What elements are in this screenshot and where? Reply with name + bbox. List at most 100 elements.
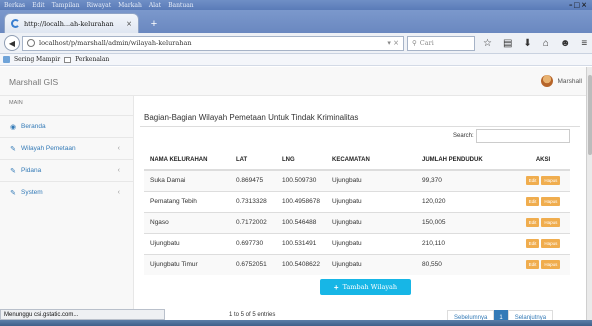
column-header[interactable]: LNG (276, 151, 326, 171)
add-wilayah-button[interactable]: + Tambah Wilayah (320, 279, 411, 295)
chevron-left-icon: ‹ (117, 189, 120, 196)
sidebar-item-label: Pidana (21, 167, 42, 174)
cell-kecamatan: Ujungbatu (326, 169, 416, 191)
address-bar[interactable]: localhost/p/marshall/admin/wilayah-kelur… (22, 35, 404, 51)
cell-nama: Ujungbatu Timur (144, 253, 230, 275)
delete-button[interactable]: Hapus (541, 197, 561, 206)
table-info: 1 to 5 of 5 entries (229, 312, 276, 318)
edit-button[interactable]: Edit (525, 218, 540, 227)
loading-icon (11, 19, 20, 28)
scrollbar-thumb[interactable] (588, 75, 592, 155)
table-search-input[interactable] (476, 129, 570, 143)
star-icon[interactable]: ☆ (483, 38, 492, 49)
tab-strip: http://localh...ah-kelurahan × + (0, 10, 592, 33)
delete-button[interactable]: Hapus (541, 239, 561, 248)
menu-item[interactable]: Berkas (4, 2, 25, 9)
menu-item[interactable]: Alat (149, 2, 161, 9)
cell-lng: 100.531491 (276, 232, 326, 254)
cell-aksi: Edit Hapus (516, 169, 570, 191)
menu-item[interactable]: Tampilan (52, 2, 80, 9)
search-label: Search: (453, 133, 474, 139)
cell-lat: 0.697730 (230, 232, 276, 254)
browser-tab[interactable]: http://localh...ah-kelurahan × (4, 13, 139, 33)
download-icon[interactable]: ⬇ (523, 38, 531, 49)
browser-search-input[interactable]: ⚲ Cari (407, 35, 475, 51)
delete-button[interactable]: Hapus (541, 218, 561, 227)
delete-button[interactable]: Hapus (541, 260, 561, 270)
menu-item[interactable]: Bantuan (168, 2, 194, 9)
smiley-icon[interactable]: ☻ (560, 38, 571, 49)
table-row: Ujungbatu 0.697730 100.531491 Ujungbatu … (144, 232, 570, 254)
kelurahan-table: NAMA KELURAHAN LAT LNG KECAMATAN JUMLAH … (144, 151, 570, 275)
add-button-label: Tambah Wilayah (342, 283, 398, 291)
delete-button[interactable]: Hapus (541, 176, 561, 186)
column-header[interactable]: LAT (230, 151, 276, 171)
menu-item[interactable]: Edit (32, 2, 45, 9)
cell-penduduk: 99,370 (416, 169, 516, 191)
sidebar-item-label: Wilayah Pemetaan (21, 145, 76, 152)
sidebar: MAIN ◉ Beranda ✎ Wilayah Pemetaan ‹ ✎ Pi… (0, 96, 134, 309)
page-title: Bagian-Bagian Wilayah Pemetaan Untuk Tin… (144, 113, 359, 122)
menu-item[interactable]: Riwayat (87, 2, 112, 9)
bookmark-perkenalan[interactable]: Perkenalan (75, 56, 109, 63)
back-button[interactable]: ◀ (4, 35, 20, 51)
user-menu[interactable]: Marshall (541, 75, 582, 87)
bookmark-icon (3, 56, 10, 63)
column-header[interactable]: KECAMATAN (326, 151, 416, 171)
edit-button[interactable]: Edit (525, 197, 540, 206)
cell-nama: Pematang Tebih (144, 190, 230, 212)
close-tab-icon[interactable]: × (126, 20, 132, 28)
home-icon[interactable]: ⌂ (543, 38, 549, 49)
window-controls[interactable]: –□× (569, 0, 588, 9)
cell-penduduk: 150,005 (416, 211, 516, 233)
main-content: Bagian-Bagian Wilayah Pemetaan Untuk Tin… (134, 96, 586, 318)
toolbar-icons: ☆ ▤ ⬇ ⌂ ☻ ≡ (483, 38, 587, 49)
app-brand[interactable]: Marshall GIS (9, 77, 58, 87)
column-header[interactable]: JUMLAH PENDUDUK (416, 151, 516, 171)
edit-button[interactable]: Edit (525, 260, 540, 270)
table-row: Ujungbatu Timur 0.6752051 100.5408622 Uj… (144, 253, 570, 275)
bookmark-sering-mampir[interactable]: Sering Mampir (14, 56, 60, 63)
cell-lng: 100.509730 (276, 169, 326, 191)
cell-kecamatan: Ujungbatu (326, 253, 416, 275)
page-scrollbar[interactable] (586, 67, 592, 326)
column-header[interactable]: AKSI (516, 151, 570, 171)
cell-nama: Ngaso (144, 211, 230, 233)
table-row: Suka Damai 0.869475 100.509730 Ujungbatu… (144, 169, 570, 191)
cell-aksi: Edit Hapus (516, 232, 570, 254)
sidebar-item-label: Beranda (21, 123, 46, 130)
cell-lng: 100.546488 (276, 211, 326, 233)
edit-icon: ✎ (10, 189, 16, 197)
cell-aksi: Edit Hapus (516, 211, 570, 233)
edit-button[interactable]: Edit (525, 239, 540, 248)
edit-button[interactable]: Edit (525, 176, 540, 186)
tab-title: http://localh...ah-kelurahan (24, 19, 114, 28)
new-tab-button[interactable]: + (148, 18, 160, 30)
browser-menubar: Berkas Edit Tampilan Riwayat Markah Alat… (0, 0, 592, 10)
cell-kecamatan: Ujungbatu (326, 190, 416, 212)
search-placeholder: Cari (419, 39, 434, 47)
avatar (541, 75, 554, 87)
column-header[interactable]: NAMA KELURAHAN (144, 151, 230, 171)
chevron-left-icon: ‹ (117, 167, 120, 174)
url-controls[interactable]: ▾ × (387, 39, 403, 47)
sidebar-item-system[interactable]: ✎ System ‹ (0, 181, 134, 203)
sidebar-item-wilayah-pemetaan[interactable]: ✎ Wilayah Pemetaan ‹ (0, 137, 134, 159)
menu-item[interactable]: Markah (118, 2, 142, 9)
cell-lng: 100.5408622 (276, 253, 326, 275)
navigation-bar: ◀ localhost/p/marshall/admin/wilayah-kel… (0, 33, 592, 54)
table-row: Pematang Tebih 0.7313328 100.4958678 Uju… (144, 190, 570, 212)
cell-aksi: Edit Hapus (516, 253, 570, 275)
sidebar-item-pidana[interactable]: ✎ Pidana ‹ (0, 159, 134, 181)
url-text: localhost/p/marshall/admin/wilayah-kelur… (39, 39, 192, 47)
cell-kecamatan: Ujungbatu (326, 211, 416, 233)
sidebar-heading: MAIN (9, 100, 23, 106)
chevron-left-icon: ‹ (117, 145, 120, 152)
taskbar (0, 320, 592, 326)
sidebar-item-beranda[interactable]: ◉ Beranda (0, 115, 134, 137)
cell-lat: 0.7172002 (230, 211, 276, 233)
clipboard-icon[interactable]: ▤ (503, 38, 512, 49)
cell-penduduk: 80,550 (416, 253, 516, 275)
cell-penduduk: 120,020 (416, 190, 516, 212)
menu-icon[interactable]: ≡ (581, 38, 587, 49)
